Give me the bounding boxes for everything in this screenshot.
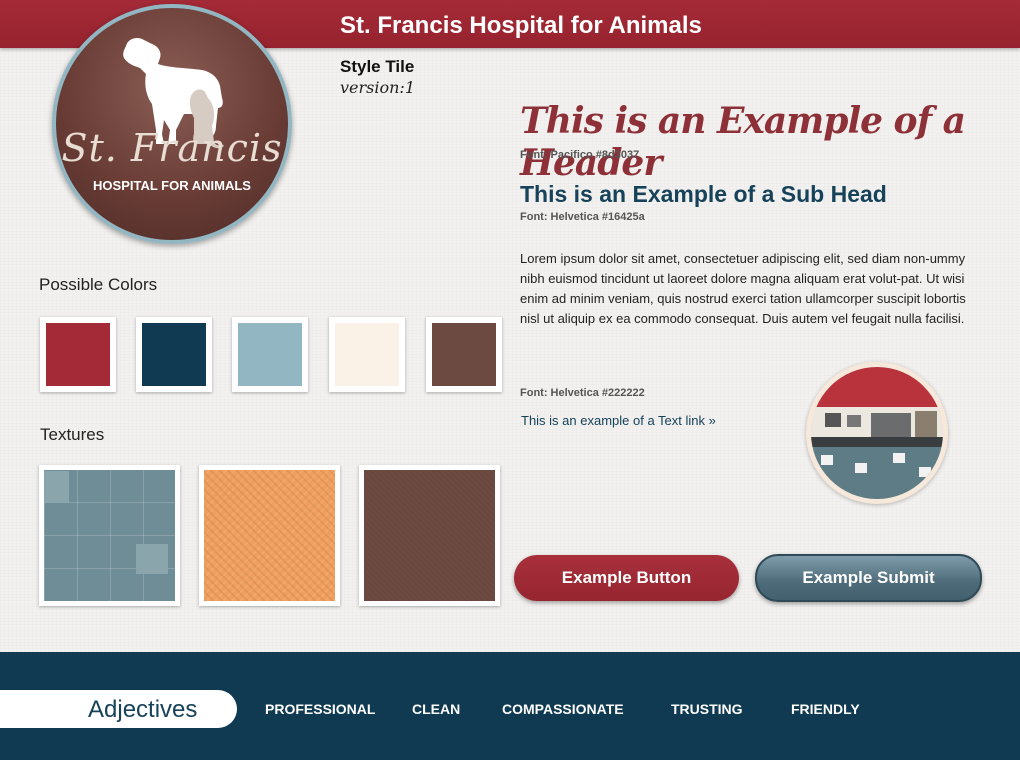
swatch-fill <box>335 323 399 386</box>
example-subhead: This is an Example of a Sub Head <box>520 181 887 207</box>
style-tile-title: Style Tile <box>340 57 415 76</box>
texture-tile-blue <box>39 465 180 606</box>
adjective-item: COMPASSIONATE <box>502 701 624 717</box>
textures-label: Textures <box>40 425 105 444</box>
color-swatch-navy <box>136 317 212 392</box>
example-text-link[interactable]: This is an example of a Text link » <box>521 413 716 428</box>
example-button[interactable]: Example Button <box>514 555 739 601</box>
logo-script-text: St. Francis <box>61 126 283 170</box>
texture-orange <box>199 465 340 606</box>
body-text-sample: Lorem ipsum dolor sit amet, consectetuer… <box>520 251 966 326</box>
logo: St. Francis HOSPITAL FOR ANIMALS <box>52 4 292 244</box>
adjective-item: FRIENDLY <box>791 701 860 717</box>
subhead-font-note: Font: Helvetica #16425a <box>520 211 645 223</box>
example-submit-button[interactable]: Example Submit <box>755 554 982 602</box>
logo-subtitle: HOSPITAL FOR ANIMALS <box>93 178 251 193</box>
swatch-fill <box>432 323 496 386</box>
swatch-fill <box>46 323 110 386</box>
color-swatch-light-blue <box>232 317 308 392</box>
reception-photo-image <box>811 367 943 499</box>
body-font-note: Font: Helvetica #222222 <box>520 387 645 399</box>
swatch-fill <box>142 323 206 386</box>
adjective-item: TRUSTING <box>671 701 743 717</box>
colors-label: Possible Colors <box>39 275 158 294</box>
header-font-note: Font: Pacifico #8d3037 <box>520 149 640 161</box>
texture-fill <box>44 470 175 601</box>
adjectives-label: Adjectives <box>88 696 198 723</box>
texture-fill <box>204 470 335 601</box>
adjective-item: PROFESSIONAL <box>265 701 376 717</box>
color-swatch-cream <box>329 317 405 392</box>
color-swatch-brown <box>426 317 502 392</box>
example-header: This is an Example of a Header <box>520 100 966 184</box>
reception-photo <box>806 362 948 504</box>
site-title: St. Francis Hospital for Animals <box>340 12 702 39</box>
texture-brown <box>359 465 500 606</box>
texture-fill <box>364 470 495 601</box>
version-label: version:1 <box>340 78 415 97</box>
swatch-fill <box>238 323 302 386</box>
color-swatch-red <box>40 317 116 392</box>
adjective-item: CLEAN <box>412 701 461 717</box>
